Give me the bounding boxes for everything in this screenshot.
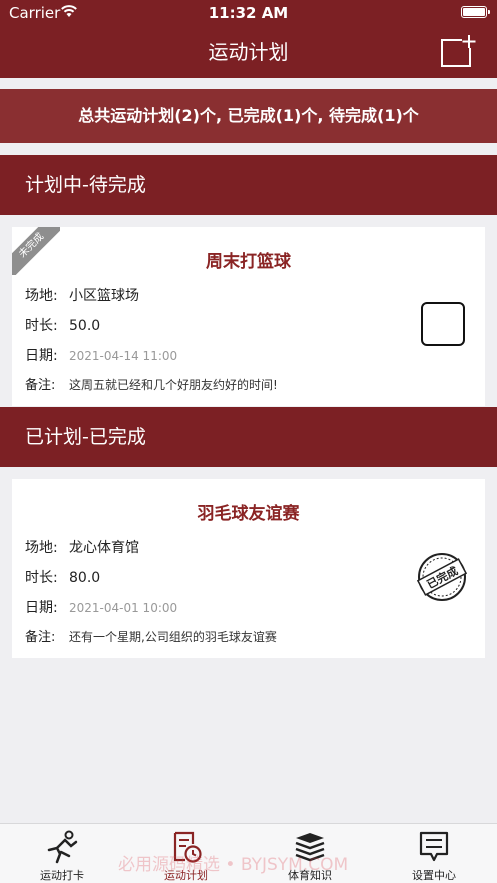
status-bar: Carrier 11:32 AM [0,0,497,26]
note-value: 还有一个星期,公司组织的羽毛球友谊赛 [69,630,277,644]
battery-icon [461,6,490,18]
date-label: 日期: [25,600,58,616]
venue-value: 小区篮球场 [69,288,139,304]
note-value: 这周五就已经和几个好朋友约好的时间! [69,378,278,392]
date-value: 2021-04-14 11:00 [69,349,178,363]
tab-label: 运动打卡 [40,869,84,882]
venue-row: 场地: 龙心体育馆 [25,537,139,557]
date-label: 日期: [25,348,58,364]
watermark: 必用源码精选 • BYJSYM.COM [118,855,349,875]
venue-label: 场地: [25,540,58,556]
page-title: 运动计划 [208,40,289,64]
card-title: 周末打篮球 [206,252,291,272]
duration-row: 时长: 50.0 [25,315,100,335]
venue-label: 场地: [25,288,58,304]
card-title: 羽毛球友谊赛 [197,504,300,524]
tab-label: 设置中心 [412,869,456,882]
completed-stamp-icon: 已完成 [417,553,467,601]
date-row: 日期: 2021-04-01 10:00 [25,597,177,617]
note-label: 备注: [25,378,56,393]
tab-settings[interactable]: 设置中心 [372,824,496,883]
add-plan-button[interactable] [440,34,476,68]
message-icon [419,831,449,862]
tab-checkin[interactable]: 运动打卡 [0,824,124,883]
duration-value: 50.0 [69,318,101,334]
status-time: 11:32 AM [208,4,289,22]
plan-card-pending[interactable]: 未完成 周末打篮球 场地: 小区篮球场 时长: 50.0 日期: 2021-04-14… [12,227,485,406]
venue-row: 场地: 小区篮球场 [25,285,139,305]
date-row: 日期: 2021-04-14 11:00 [25,345,177,365]
duration-label: 时长: [25,570,58,586]
complete-checkbox[interactable] [421,302,465,346]
venue-value: 龙心体育馆 [69,540,139,556]
section-done: 已计划-已完成 [0,407,497,467]
plan-card-done[interactable]: 羽毛球友谊赛 场地: 龙心体育馆 时长: 80.0 日期: 2021-04-01 10… [12,479,485,658]
plan-summary: 总共运动计划(2)个, 已完成(1)个, 待完成(1)个 [0,89,497,143]
note-row: 备注: 还有一个星期,公司组织的羽毛球友谊赛 [25,626,277,645]
athlete-icon [47,830,78,864]
section-pending: 计划中-待完成 [0,155,497,215]
note-row: 备注: 这周五就已经和几个好朋友约好的时间! [25,374,278,393]
note-label: 备注: [25,630,56,645]
duration-value: 80.0 [69,570,101,586]
date-value: 2021-04-01 10:00 [69,601,178,615]
duration-label: 时长: [25,318,58,334]
nav-bar: Carrier 11:32 AM 运动计划 [0,0,497,78]
duration-row: 时长: 80.0 [25,567,100,587]
